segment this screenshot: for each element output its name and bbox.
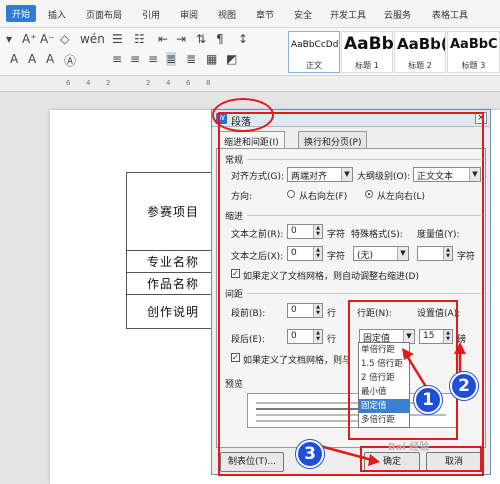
step-2-badge: 2 bbox=[450, 372, 478, 400]
step-3-badge: 3 bbox=[296, 440, 324, 468]
step-1-badge: 1 bbox=[414, 386, 442, 414]
watermark: Bai 经验 bbox=[388, 442, 430, 453]
